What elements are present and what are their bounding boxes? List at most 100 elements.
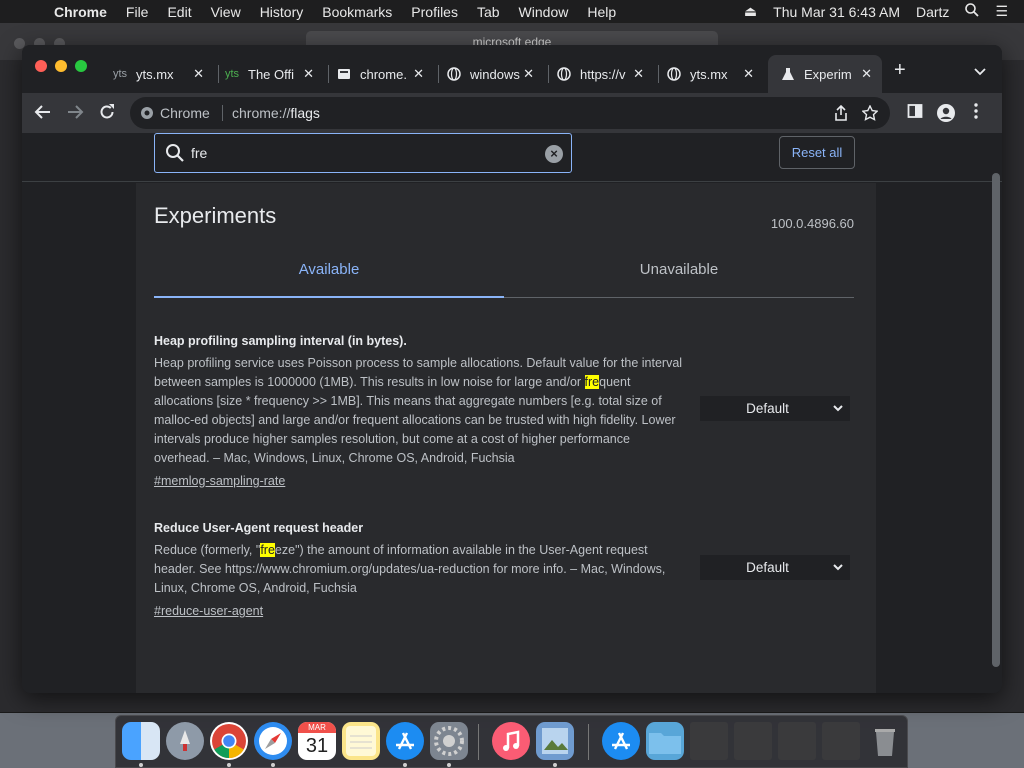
tab-close-icon[interactable]: ✕ bbox=[303, 66, 314, 82]
preview-icon[interactable] bbox=[536, 722, 574, 760]
reload-icon[interactable] bbox=[98, 103, 116, 126]
window-thumbnail-icon[interactable] bbox=[734, 722, 772, 760]
minimize-window-button[interactable] bbox=[55, 60, 67, 72]
search-box[interactable]: × bbox=[154, 133, 572, 173]
chrome-window: yts yts.mx ✕ yts The Offi ✕ chrome. ✕ wi… bbox=[22, 45, 1002, 693]
address-bar[interactable]: Chrome chrome://flags bbox=[130, 97, 890, 129]
bookmark-star-icon[interactable] bbox=[861, 104, 879, 126]
tab-close-icon[interactable]: ✕ bbox=[633, 66, 644, 82]
url-text[interactable]: chrome://flags bbox=[232, 105, 320, 121]
search-input[interactable] bbox=[191, 143, 531, 163]
running-indicator bbox=[227, 763, 231, 767]
omnibox-separator bbox=[222, 105, 223, 121]
menu-tab[interactable]: Tab bbox=[477, 4, 500, 20]
side-panel-icon[interactable] bbox=[907, 103, 923, 124]
dock-separator bbox=[588, 724, 589, 760]
safari-icon[interactable] bbox=[254, 722, 292, 760]
app-store-download-icon[interactable] bbox=[602, 722, 640, 760]
document-favicon-icon bbox=[336, 66, 352, 82]
globe-icon bbox=[446, 66, 462, 82]
tab-https[interactable]: https://v ✕ bbox=[544, 55, 654, 93]
dock-separator bbox=[478, 724, 479, 760]
yts-favicon-icon: yts bbox=[112, 68, 128, 80]
tab-yts-1[interactable]: yts yts.mx ✕ bbox=[104, 55, 214, 93]
tab-yts-2[interactable]: yts.mx ✕ bbox=[654, 55, 764, 93]
description-text: Reduce (formerly, " bbox=[154, 543, 261, 557]
profile-avatar-icon[interactable] bbox=[936, 103, 956, 128]
window-thumbnail-icon[interactable] bbox=[778, 722, 816, 760]
chevron-down-icon bbox=[832, 561, 844, 573]
calendar-icon[interactable]: MAR 31 bbox=[298, 722, 336, 760]
tab-close-icon[interactable]: ✕ bbox=[743, 66, 754, 82]
site-info-chip[interactable]: Chrome bbox=[140, 105, 210, 121]
tab-close-icon[interactable]: ✕ bbox=[523, 66, 534, 82]
tab-unavailable[interactable]: Unavailable bbox=[504, 261, 854, 278]
menubar-user[interactable]: Dartz bbox=[916, 4, 949, 20]
tab-the-office[interactable]: yts The Offi ✕ bbox=[214, 55, 324, 93]
menu-window[interactable]: Window bbox=[519, 4, 569, 20]
control-center-icon[interactable]: ☰ bbox=[995, 3, 1008, 20]
select-value: Default bbox=[746, 560, 789, 575]
tab-experiments[interactable]: Experim ✕ bbox=[768, 55, 882, 93]
tab-search-chevron-icon[interactable] bbox=[974, 63, 986, 81]
reset-all-button[interactable]: Reset all bbox=[779, 136, 855, 169]
running-indicator bbox=[271, 763, 275, 767]
chrome-logo-icon bbox=[141, 107, 153, 119]
back-arrow-icon[interactable] bbox=[34, 103, 52, 126]
flags-page: × Reset all Experiments 100.0.4896.60 Av… bbox=[22, 133, 1002, 693]
finder-icon[interactable] bbox=[122, 722, 160, 760]
clear-search-icon[interactable]: × bbox=[545, 145, 563, 163]
vertical-scrollbar[interactable] bbox=[992, 173, 1000, 667]
forward-arrow-icon[interactable] bbox=[66, 103, 84, 126]
experiment-permalink[interactable]: #memlog-sampling-rate bbox=[154, 474, 285, 488]
system-preferences-icon[interactable] bbox=[430, 722, 468, 760]
page-title: Experiments bbox=[154, 203, 277, 228]
new-tab-icon[interactable]: + bbox=[894, 59, 906, 82]
tab-close-icon[interactable]: ✕ bbox=[193, 66, 204, 82]
menu-app-name[interactable]: Chrome bbox=[54, 4, 107, 20]
macos-dock: MAR 31 bbox=[115, 715, 908, 768]
running-indicator bbox=[403, 763, 407, 767]
menu-edit[interactable]: Edit bbox=[167, 4, 191, 20]
zoom-window-button[interactable] bbox=[75, 60, 87, 72]
window-thumbnail-icon[interactable] bbox=[822, 722, 860, 760]
menu-bookmarks[interactable]: Bookmarks bbox=[322, 4, 392, 20]
notes-icon[interactable] bbox=[342, 722, 380, 760]
experiment-permalink[interactable]: #reduce-user-agent bbox=[154, 604, 263, 618]
menu-file[interactable]: File bbox=[126, 4, 149, 20]
menubar-datetime[interactable]: Thu Mar 31 6:43 AM bbox=[773, 4, 900, 20]
trash-icon[interactable] bbox=[866, 722, 904, 760]
close-window-button[interactable] bbox=[35, 60, 47, 72]
menu-history[interactable]: History bbox=[260, 4, 304, 20]
experiments-card: Experiments 100.0.4896.60 Available Unav… bbox=[136, 183, 876, 693]
tab-available[interactable]: Available bbox=[154, 261, 504, 278]
kebab-menu-icon[interactable] bbox=[974, 103, 978, 124]
tab-chrome[interactable]: chrome. ✕ bbox=[324, 55, 434, 93]
menu-profiles[interactable]: Profiles bbox=[411, 4, 458, 20]
experiment-select[interactable]: Default bbox=[700, 396, 850, 421]
menu-help[interactable]: Help bbox=[587, 4, 616, 20]
search-icon bbox=[165, 143, 185, 163]
folder-icon[interactable] bbox=[646, 722, 684, 760]
tab-title: chrome. bbox=[360, 66, 407, 82]
yts-favicon-icon: yts bbox=[224, 68, 240, 80]
experiment-select[interactable]: Default bbox=[700, 555, 850, 580]
chrome-app-icon[interactable] bbox=[210, 722, 248, 760]
active-tab-indicator bbox=[154, 296, 504, 298]
tab-strip: yts yts.mx ✕ yts The Offi ✕ chrome. ✕ wi… bbox=[22, 45, 1002, 93]
window-thumbnail-icon[interactable] bbox=[690, 722, 728, 760]
running-indicator bbox=[553, 763, 557, 767]
tab-close-icon[interactable]: ✕ bbox=[861, 66, 872, 82]
chevron-down-icon bbox=[832, 402, 844, 414]
select-value: Default bbox=[746, 401, 789, 416]
spotlight-search-icon[interactable] bbox=[965, 3, 980, 20]
share-icon[interactable] bbox=[834, 104, 848, 126]
macos-menu-bar: Chrome File Edit View History Bookmarks … bbox=[0, 0, 1024, 23]
launchpad-icon[interactable] bbox=[166, 722, 204, 760]
eject-icon[interactable]: ⏏ bbox=[744, 3, 757, 20]
tab-close-icon[interactable]: ✕ bbox=[413, 66, 424, 82]
music-icon[interactable] bbox=[492, 722, 530, 760]
tab-windows[interactable]: windows ✕ bbox=[434, 55, 544, 93]
app-store-icon[interactable] bbox=[386, 722, 424, 760]
menu-view[interactable]: View bbox=[211, 4, 241, 20]
